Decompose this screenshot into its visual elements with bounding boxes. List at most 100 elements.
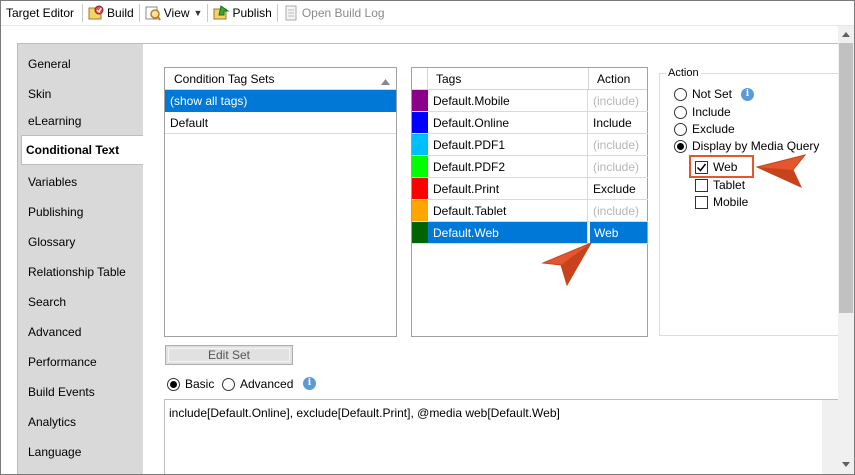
toolbar-divider xyxy=(276,4,278,22)
action-group-legend: Action xyxy=(666,67,701,79)
tag-action[interactable]: (include) xyxy=(589,200,647,221)
not-set-label: Not Set xyxy=(692,87,733,101)
table-row[interactable]: Default.Online Include xyxy=(412,112,648,134)
radio-indicator xyxy=(674,87,687,101)
window-scrollbar[interactable] xyxy=(838,26,854,474)
radio-indicator xyxy=(674,122,687,136)
check-icon xyxy=(696,163,707,172)
radio-indicator-selected xyxy=(674,139,687,153)
view-label: View xyxy=(163,6,190,20)
sidebar-item-advanced[interactable]: Advanced xyxy=(28,325,81,339)
expression-scrollbar[interactable] xyxy=(822,400,839,474)
tags-table[interactable]: Tags Action Default.Mobile (include) Def… xyxy=(411,67,648,337)
condition-expression: include[Default.Online], exclude[Default… xyxy=(169,406,560,420)
scroll-up-icon xyxy=(842,32,850,37)
scroll-down-icon xyxy=(842,462,850,467)
exclude-radio[interactable]: Exclude xyxy=(674,122,735,136)
include-radio[interactable]: Include xyxy=(674,105,731,119)
sidebar-item-analytics[interactable]: Analytics xyxy=(28,415,76,429)
sort-up-icon xyxy=(381,74,390,88)
arrow-pointer-icon xyxy=(755,154,807,189)
tag-name: Default.PDF1 xyxy=(428,134,588,155)
table-row[interactable]: Default.Mobile (include) xyxy=(412,90,648,112)
tablet-checkbox[interactable]: Tablet xyxy=(695,178,745,192)
tag-action[interactable]: Include xyxy=(589,112,647,133)
exclude-label: Exclude xyxy=(692,122,735,136)
radio-indicator xyxy=(674,105,687,119)
color-column-header xyxy=(412,68,428,90)
list-item[interactable]: Default xyxy=(165,112,396,134)
tag-name: Default.Online xyxy=(428,112,588,133)
tag-action[interactable]: Web xyxy=(589,222,647,243)
tag-name: Default.Tablet xyxy=(428,200,588,221)
action-header[interactable]: Action xyxy=(589,68,647,90)
sidebar-item-glossary[interactable]: Glossary xyxy=(28,235,75,249)
tag-action[interactable]: (include) xyxy=(589,134,647,155)
sidebar-item-skin[interactable]: Skin xyxy=(28,87,51,101)
condition-tag-sets-list[interactable]: Condition Tag Sets (show all tags) Defau… xyxy=(164,67,397,337)
tag-color-swatch xyxy=(412,178,428,199)
edit-set-button[interactable]: Edit Set xyxy=(165,345,293,365)
chevron-down-icon[interactable]: ▼ xyxy=(194,8,203,18)
publish-icon xyxy=(213,5,231,21)
info-icon[interactable]: i xyxy=(303,377,316,390)
checkbox xyxy=(695,195,708,209)
include-label: Include xyxy=(692,105,731,119)
view-button[interactable]: View ▼ xyxy=(142,2,206,24)
tagsets-header-label: Condition Tag Sets xyxy=(174,71,275,86)
table-row[interactable]: Default.PDF2 (include) xyxy=(412,156,648,178)
table-row[interactable]: Default.Print Exclude xyxy=(412,178,648,200)
table-row-selected[interactable]: Default.Web Web xyxy=(412,222,648,244)
web-checkbox[interactable]: Web xyxy=(695,160,737,174)
sidebar-item-language[interactable]: Language xyxy=(28,445,81,459)
basic-radio[interactable]: Basic xyxy=(167,377,214,391)
open-build-log-icon xyxy=(283,5,299,21)
sidebar-item-elearning[interactable]: eLearning xyxy=(28,114,81,128)
sidebar: General Skin eLearning Variables Publish… xyxy=(17,43,144,474)
web-label: Web xyxy=(713,160,738,174)
sidebar-item-relationship-table[interactable]: Relationship Table xyxy=(28,265,126,279)
mobile-checkbox[interactable]: Mobile xyxy=(695,195,748,209)
sidebar-item-conditional-text[interactable]: Conditional Text xyxy=(21,135,144,165)
tag-color-swatch xyxy=(412,134,428,155)
mobile-label: Mobile xyxy=(713,195,749,209)
checkbox xyxy=(695,178,708,192)
display-by-media-query-label: Display by Media Query xyxy=(692,139,820,153)
info-icon[interactable]: i xyxy=(741,88,754,101)
publish-button[interactable]: Publish xyxy=(210,2,274,24)
not-set-radio[interactable]: Not Set xyxy=(674,87,732,101)
sidebar-item-variables[interactable]: Variables xyxy=(28,175,77,189)
sidebar-item-general[interactable]: General xyxy=(28,57,71,71)
display-by-media-query-radio[interactable]: Display by Media Query xyxy=(674,139,819,153)
tagsets-header[interactable]: Condition Tag Sets xyxy=(165,68,396,90)
scrollbar-thumb[interactable] xyxy=(839,43,853,313)
condition-expression-box[interactable]: include[Default.Online], exclude[Default… xyxy=(164,399,840,474)
tags-header[interactable]: Tags xyxy=(428,68,589,90)
table-row[interactable]: Default.Tablet (include) xyxy=(412,200,648,222)
tag-action[interactable]: (include) xyxy=(589,90,647,111)
open-build-log-button[interactable]: Open Build Log xyxy=(280,2,388,24)
radio-indicator xyxy=(222,377,235,391)
tag-action[interactable]: Exclude xyxy=(589,178,647,199)
sidebar-item-search[interactable]: Search xyxy=(28,295,66,309)
table-row[interactable]: Default.PDF1 (include) xyxy=(412,134,648,156)
arrow-pointer-icon xyxy=(541,241,593,287)
tag-color-swatch xyxy=(412,90,428,111)
advanced-radio[interactable]: Advanced xyxy=(222,377,293,391)
tag-action[interactable]: (include) xyxy=(589,156,647,177)
view-icon xyxy=(145,5,161,21)
tag-name: Default.Mobile xyxy=(428,90,588,111)
basic-label: Basic xyxy=(185,377,215,391)
build-icon xyxy=(88,5,104,21)
checkbox-checked xyxy=(695,160,708,174)
sidebar-item-performance[interactable]: Performance xyxy=(28,355,97,369)
radio-indicator-selected xyxy=(167,377,180,391)
toolbar-divider xyxy=(82,4,84,22)
list-item[interactable]: (show all tags) xyxy=(165,90,396,112)
open-build-log-label: Open Build Log xyxy=(301,6,385,20)
sidebar-item-build-events[interactable]: Build Events xyxy=(28,385,95,399)
target-editor-window: Target Editor Build View ▼ Publish Open … xyxy=(0,0,855,475)
build-button[interactable]: Build xyxy=(85,2,137,24)
tag-color-swatch xyxy=(412,156,428,177)
sidebar-item-publishing[interactable]: Publishing xyxy=(28,205,83,219)
